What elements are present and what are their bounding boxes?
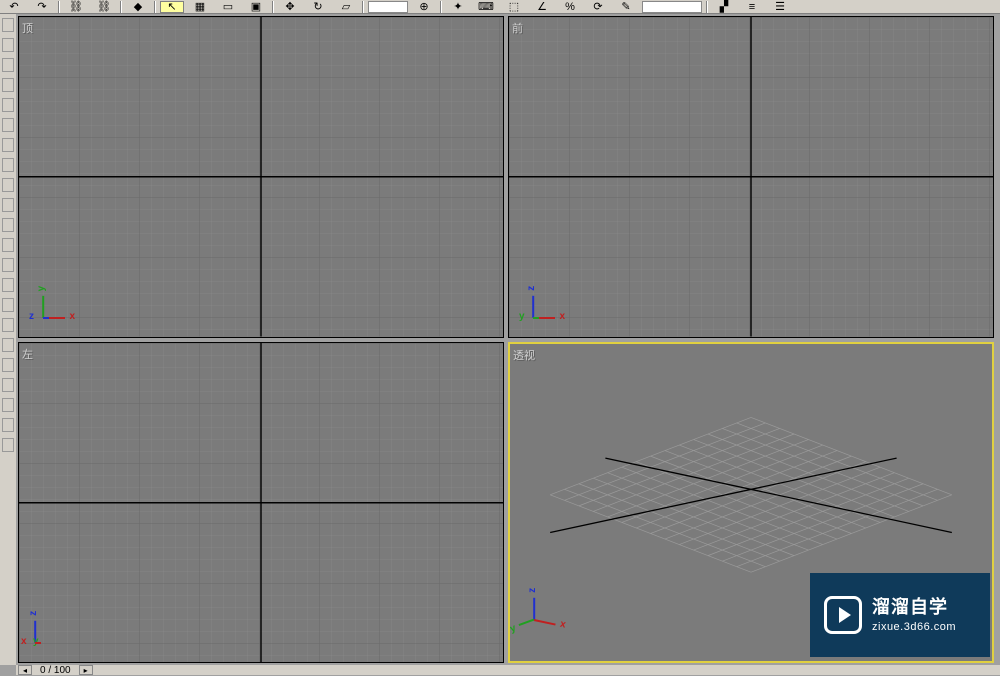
separator: [706, 1, 708, 13]
side-tool-18[interactable]: [2, 358, 14, 372]
keyboard-shortcut-icon[interactable]: ⌨: [474, 1, 498, 13]
side-tool-16[interactable]: [2, 318, 14, 332]
side-tool-14[interactable]: [2, 278, 14, 292]
angle-snap-icon[interactable]: ∠: [530, 1, 554, 13]
link-icon[interactable]: ⛓: [64, 1, 88, 13]
separator: [120, 1, 122, 13]
side-tool-21[interactable]: [2, 418, 14, 432]
viewport-label: 前: [512, 20, 523, 36]
viewport-top[interactable]: 顶 y x z: [18, 16, 504, 338]
separator: [272, 1, 274, 13]
grid-left: [19, 343, 503, 663]
side-tool-19[interactable]: [2, 378, 14, 392]
viewport-label: 顶: [22, 20, 33, 36]
rotate-icon[interactable]: ↻: [306, 1, 330, 13]
undo-icon[interactable]: ↶: [2, 1, 26, 13]
unlink-icon[interactable]: ⛓: [92, 1, 116, 13]
side-tool-9[interactable]: [2, 178, 14, 192]
separator: [58, 1, 60, 13]
ref-coord-dropdown[interactable]: [368, 1, 408, 13]
viewport-label: 透视: [513, 347, 535, 363]
viewport-label: 左: [22, 346, 33, 362]
align-icon[interactable]: ≡: [740, 1, 764, 13]
window-crossing-icon[interactable]: ▣: [244, 1, 268, 13]
status-bar: ◂ 0 / 100 ▸: [16, 665, 1000, 675]
viewport-front[interactable]: 前 z x y: [508, 16, 994, 338]
axis-gizmo-left: z y x: [25, 604, 75, 654]
layers-icon[interactable]: ☰: [768, 1, 792, 13]
select-name-icon[interactable]: ▦: [188, 1, 212, 13]
side-tool-13[interactable]: [2, 258, 14, 272]
redo-icon[interactable]: ↷: [30, 1, 54, 13]
frame-indicator: 0 / 100: [34, 665, 77, 676]
watermark-url: zixue.3d66.com: [872, 620, 956, 634]
move-icon[interactable]: ✥: [278, 1, 302, 13]
side-tool-15[interactable]: [2, 298, 14, 312]
axis-gizmo-front: z x y: [523, 279, 573, 329]
select-region-icon[interactable]: ▭: [216, 1, 240, 13]
side-tool-8[interactable]: [2, 158, 14, 172]
side-tool-22[interactable]: [2, 438, 14, 452]
bind-icon[interactable]: ◆: [126, 1, 150, 13]
side-tool-6[interactable]: [2, 118, 14, 132]
separator: [154, 1, 156, 13]
spinner-snap-icon[interactable]: ⟳: [586, 1, 610, 13]
side-tool-1[interactable]: [2, 18, 14, 32]
select-manip-icon[interactable]: ✦: [446, 1, 470, 13]
watermark: 溜溜自学 zixue.3d66.com: [810, 573, 990, 657]
viewport-left[interactable]: 左 z y x: [18, 342, 504, 664]
side-tool-5[interactable]: [2, 98, 14, 112]
timeline-prev-button[interactable]: ◂: [18, 665, 32, 675]
use-center-icon[interactable]: ⊕: [412, 1, 436, 13]
side-tool-10[interactable]: [2, 198, 14, 212]
percent-snap-icon[interactable]: %: [558, 1, 582, 13]
mirror-icon[interactable]: ▞: [712, 1, 736, 13]
grid-front: [509, 17, 993, 337]
side-tool-3[interactable]: [2, 58, 14, 72]
select-icon[interactable]: ↖: [160, 1, 184, 13]
viewport-quad: 顶 y x z 前 z x y 左 z y x: [16, 14, 996, 665]
scale-icon[interactable]: ▱: [334, 1, 358, 13]
side-tool-4[interactable]: [2, 78, 14, 92]
side-tool-2[interactable]: [2, 38, 14, 52]
named-sel-dropdown[interactable]: [642, 1, 702, 13]
main-toolbar: ↶ ↷ ⛓ ⛓ ◆ ↖ ▦ ▭ ▣ ✥ ↻ ▱ ⊕ ✦ ⌨ ⬚ ∠ % ⟳ ✎ …: [0, 0, 1000, 14]
play-icon: [824, 596, 862, 634]
edit-named-sel-icon[interactable]: ✎: [614, 1, 638, 13]
axis-gizmo-top: y x z: [33, 279, 83, 329]
watermark-title: 溜溜自学: [872, 596, 956, 619]
snap-icon[interactable]: ⬚: [502, 1, 526, 13]
timeline-next-button[interactable]: ▸: [79, 665, 93, 675]
separator: [362, 1, 364, 13]
axis-gizmo-persp: z x y: [524, 581, 574, 631]
side-tool-7[interactable]: [2, 138, 14, 152]
side-tool-20[interactable]: [2, 398, 14, 412]
side-tool-17[interactable]: [2, 338, 14, 352]
grid-top: [19, 17, 503, 337]
left-toolbar: [0, 14, 16, 665]
separator: [440, 1, 442, 13]
side-tool-12[interactable]: [2, 238, 14, 252]
side-tool-11[interactable]: [2, 218, 14, 232]
